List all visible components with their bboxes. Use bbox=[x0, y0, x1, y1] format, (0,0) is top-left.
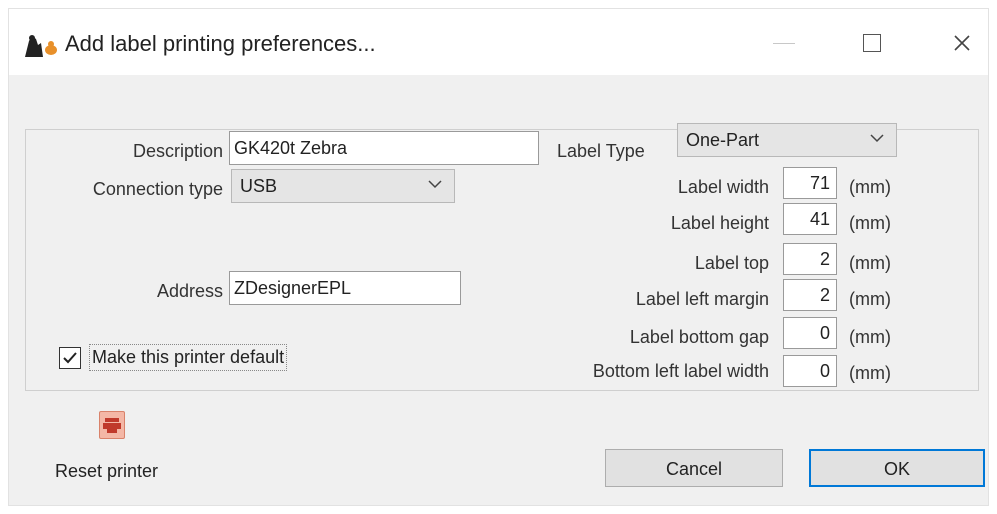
window-title: Add label printing preferences... bbox=[65, 31, 376, 56]
app-icon bbox=[25, 35, 57, 57]
label-left-margin-input[interactable]: 2 bbox=[783, 279, 837, 311]
label-width-unit: (mm) bbox=[849, 177, 891, 197]
dialog-window: Add label printing preferences... Descri… bbox=[8, 8, 989, 506]
label-height-label: Label height bbox=[670, 213, 769, 233]
label-top-input[interactable]: 2 bbox=[783, 243, 837, 275]
cancel-button[interactable]: Cancel bbox=[605, 449, 783, 487]
label-bottom-gap-unit: (mm) bbox=[849, 327, 891, 347]
printer-icon bbox=[103, 418, 121, 433]
chevron-down-icon bbox=[428, 180, 442, 189]
label-width-input[interactable]: 71 bbox=[783, 167, 837, 199]
label-type-label: Label Type bbox=[557, 141, 645, 161]
label-width-label: Label width bbox=[677, 177, 769, 197]
label-top-label: Label top bbox=[694, 253, 769, 273]
close-icon bbox=[954, 35, 970, 51]
default-printer-checkbox[interactable] bbox=[59, 347, 81, 369]
bottom-left-label-width-unit: (mm) bbox=[849, 363, 891, 383]
bottom-left-label-width-input[interactable]: 0 bbox=[783, 355, 837, 387]
chevron-down-icon bbox=[870, 134, 884, 143]
label-bottom-gap-label: Label bottom gap bbox=[629, 327, 769, 347]
connection-type-select[interactable]: USB bbox=[231, 169, 455, 203]
default-printer-label[interactable]: Make this printer default bbox=[89, 344, 288, 371]
label-left-margin-unit: (mm) bbox=[849, 289, 891, 309]
close-button[interactable] bbox=[939, 25, 985, 61]
label-height-unit: (mm) bbox=[849, 213, 891, 233]
connection-type-value: USB bbox=[240, 176, 278, 196]
label-bottom-gap-input[interactable]: 0 bbox=[783, 317, 837, 349]
maximize-button[interactable] bbox=[849, 25, 895, 61]
address-input[interactable] bbox=[229, 271, 461, 305]
bottom-left-label-width-label: Bottom left label width bbox=[592, 361, 769, 381]
description-label: Description bbox=[132, 141, 223, 161]
label-left-margin-label: Label left margin bbox=[635, 289, 769, 309]
label-top-unit: (mm) bbox=[849, 253, 891, 273]
address-label: Address bbox=[156, 281, 223, 301]
label-type-value: One-Part bbox=[686, 130, 760, 150]
description-input[interactable] bbox=[229, 131, 539, 165]
connection-type-label: Connection type bbox=[92, 179, 223, 199]
minimize-icon bbox=[773, 42, 795, 44]
title-bar: Add label printing preferences... bbox=[9, 9, 988, 75]
maximize-icon bbox=[863, 34, 881, 52]
label-type-select[interactable]: One-Part bbox=[677, 123, 897, 157]
reset-printer-icon[interactable] bbox=[99, 411, 125, 439]
ok-button[interactable]: OK bbox=[809, 449, 985, 487]
label-height-input[interactable]: 41 bbox=[783, 203, 837, 235]
minimize-button[interactable] bbox=[761, 25, 807, 61]
reset-printer-label[interactable]: Reset printer bbox=[55, 461, 158, 482]
checkmark-icon bbox=[63, 352, 77, 364]
